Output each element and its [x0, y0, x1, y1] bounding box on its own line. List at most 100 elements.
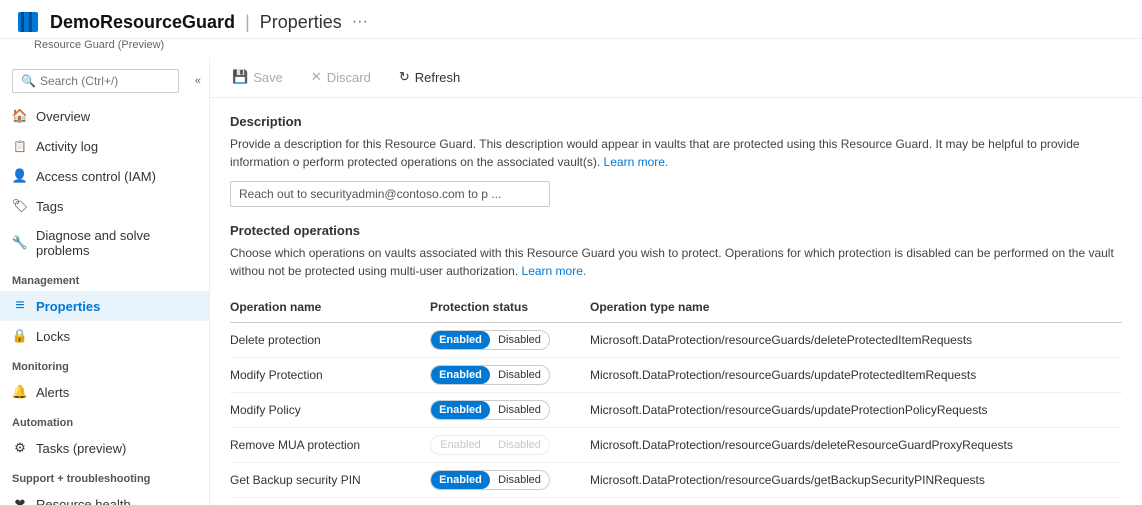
description-input[interactable] — [230, 181, 550, 207]
sidebar-item-tasks[interactable]: ⚙ Tasks (preview) — [0, 433, 209, 463]
sidebar: 🔍 « 🏠 Overview 📋 Activity log 👤 Access c… — [0, 57, 210, 505]
toggle-disabled[interactable]: Disabled — [490, 331, 549, 349]
op-type-name: Microsoft.DataProtection/resourceGuards/… — [590, 428, 1122, 463]
sidebar-label-activity-log: Activity log — [36, 139, 98, 154]
toggle-enabled[interactable]: Enabled — [431, 331, 490, 349]
description-learn-more[interactable]: Learn more. — [604, 155, 669, 169]
tags-icon: 🏷 — [12, 198, 28, 214]
op-type-name: Microsoft.DataProtection/resourceGuards/… — [590, 358, 1122, 393]
sidebar-item-access-control[interactable]: 👤 Access control (IAM) — [0, 161, 209, 191]
operations-table: Operation name Protection status Operati… — [230, 294, 1122, 505]
refresh-icon: ↻ — [399, 69, 410, 85]
op-type-name: Microsoft.DataProtection/resourceGuards/… — [590, 498, 1122, 505]
sidebar-item-properties[interactable]: ≡ Properties — [0, 291, 209, 321]
more-options-icon[interactable]: ··· — [352, 13, 368, 31]
protected-ops-learn-more[interactable]: Learn more. — [522, 264, 587, 278]
collapse-button[interactable]: « — [191, 73, 205, 89]
protected-ops-desc: Choose which operations on vaults associ… — [230, 244, 1122, 280]
tasks-icon: ⚙ — [12, 440, 28, 456]
toggle-group[interactable]: EnabledDisabled — [430, 365, 550, 385]
page-header: DemoResourceGuard | Properties ··· — [0, 0, 1142, 39]
op-name: Get Backup security PIN — [230, 463, 430, 498]
toggle-group[interactable]: EnabledDisabled — [430, 435, 550, 455]
toggle-group[interactable]: EnabledDisabled — [430, 470, 550, 490]
toggle-enabled[interactable]: Enabled — [431, 401, 490, 419]
search-box[interactable]: 🔍 — [12, 69, 179, 93]
op-status[interactable]: EnabledDisabled — [430, 393, 590, 428]
table-row: Remove MUA protectionEnabledDisabled Micr… — [230, 428, 1122, 463]
sidebar-label-access-control: Access control (IAM) — [36, 169, 156, 184]
sidebar-item-tags[interactable]: 🏷 Tags — [0, 191, 209, 221]
discard-icon: ✕ — [311, 69, 322, 85]
toggle-group[interactable]: EnabledDisabled — [430, 400, 550, 420]
save-icon: 💾 — [232, 69, 248, 85]
sidebar-item-resource-health[interactable]: ❤ Resource health — [0, 489, 209, 505]
diagnose-icon: 🔧 — [12, 235, 28, 251]
section-support: Support + troubleshooting — [0, 463, 209, 489]
section-automation: Automation — [0, 407, 209, 433]
content-area: Description Provide a description for th… — [210, 98, 1142, 505]
op-status[interactable]: EnabledDisabled — [430, 498, 590, 505]
activity-log-icon: 📋 — [12, 138, 28, 154]
op-status[interactable]: EnabledDisabled — [430, 428, 590, 463]
sidebar-item-locks[interactable]: 🔒 Locks — [0, 321, 209, 351]
op-status[interactable]: EnabledDisabled — [430, 323, 590, 358]
col-header-type: Operation type name — [590, 294, 1122, 323]
access-control-icon: 👤 — [12, 168, 28, 184]
properties-icon: ≡ — [12, 298, 28, 314]
op-status[interactable]: EnabledDisabled — [430, 358, 590, 393]
toggle-enabled[interactable]: Enabled — [431, 436, 490, 454]
op-name: Delete protection — [230, 323, 430, 358]
discard-button[interactable]: ✕ Discard — [305, 65, 377, 89]
op-type-name: Microsoft.DataProtection/resourceGuards/… — [590, 393, 1122, 428]
description-title: Description — [230, 114, 1122, 129]
header-separator: | — [245, 12, 250, 33]
sidebar-label-diagnose: Diagnose and solve problems — [36, 228, 197, 258]
toggle-disabled[interactable]: Disabled — [490, 366, 549, 384]
sidebar-item-diagnose[interactable]: 🔧 Diagnose and solve problems — [0, 221, 209, 265]
table-row: Disable soft deleteEnabledDisabledMicros… — [230, 498, 1122, 505]
toggle-group[interactable]: EnabledDisabled — [430, 330, 550, 350]
save-button[interactable]: 💾 Save — [226, 65, 289, 89]
sidebar-item-alerts[interactable]: 🔔 Alerts — [0, 377, 209, 407]
table-header-row: Operation name Protection status Operati… — [230, 294, 1122, 323]
search-input[interactable] — [40, 74, 170, 88]
protected-ops-title: Protected operations — [230, 223, 1122, 238]
toggle-disabled[interactable]: Disabled — [490, 401, 549, 419]
alerts-icon: 🔔 — [12, 384, 28, 400]
main-content: 💾 Save ✕ Discard ↻ Refresh Description P… — [210, 57, 1142, 505]
table-body: Delete protectionEnabledDisabledMicrosof… — [230, 323, 1122, 505]
sidebar-label-tasks: Tasks (preview) — [36, 441, 126, 456]
section-monitoring: Monitoring — [0, 351, 209, 377]
sidebar-label-overview: Overview — [36, 109, 90, 124]
op-type-name: Microsoft.DataProtection/resourceGuards/… — [590, 323, 1122, 358]
sidebar-nav: 🏠 Overview 📋 Activity log 👤 Access contr… — [0, 101, 209, 505]
toggle-enabled[interactable]: Enabled — [431, 471, 490, 489]
table-row: Modify PolicyEnabledDisabledMicrosoft.Da… — [230, 393, 1122, 428]
op-status[interactable]: EnabledDisabled — [430, 463, 590, 498]
sidebar-item-overview[interactable]: 🏠 Overview — [0, 101, 209, 131]
main-layout: 🔍 « 🏠 Overview 📋 Activity log 👤 Access c… — [0, 57, 1142, 505]
toggle-enabled[interactable]: Enabled — [431, 366, 490, 384]
table-row: Modify ProtectionEnabledDisabled Microsof… — [230, 358, 1122, 393]
toggle-disabled[interactable]: Disabled — [490, 471, 549, 489]
col-header-status: Protection status — [430, 294, 590, 323]
op-name: Modify Protection — [230, 358, 430, 393]
sidebar-label-resource-health: Resource health — [36, 497, 131, 505]
op-type-name: Microsoft.DataProtection/resourceGuards/… — [590, 463, 1122, 498]
resource-type-label: Resource Guard (Preview) — [0, 39, 1142, 57]
sidebar-label-alerts: Alerts — [36, 385, 69, 400]
resource-guard-icon — [16, 10, 40, 34]
resource-health-icon: ❤ — [12, 496, 28, 505]
locks-icon: 🔒 — [12, 328, 28, 344]
sidebar-label-properties: Properties — [36, 299, 100, 314]
table-row: Delete protectionEnabledDisabled Microsof… — [230, 323, 1122, 358]
col-header-name: Operation name — [230, 294, 430, 323]
sidebar-item-activity-log[interactable]: 📋 Activity log — [0, 131, 209, 161]
description-text: Provide a description for this Resource … — [230, 135, 1122, 171]
refresh-button[interactable]: ↻ Refresh — [393, 65, 466, 89]
search-icon: 🔍 — [21, 74, 36, 88]
toggle-disabled[interactable]: Disabled — [490, 436, 549, 454]
op-name: Remove MUA protection — [230, 428, 430, 463]
resource-name: DemoResourceGuard — [50, 12, 235, 33]
